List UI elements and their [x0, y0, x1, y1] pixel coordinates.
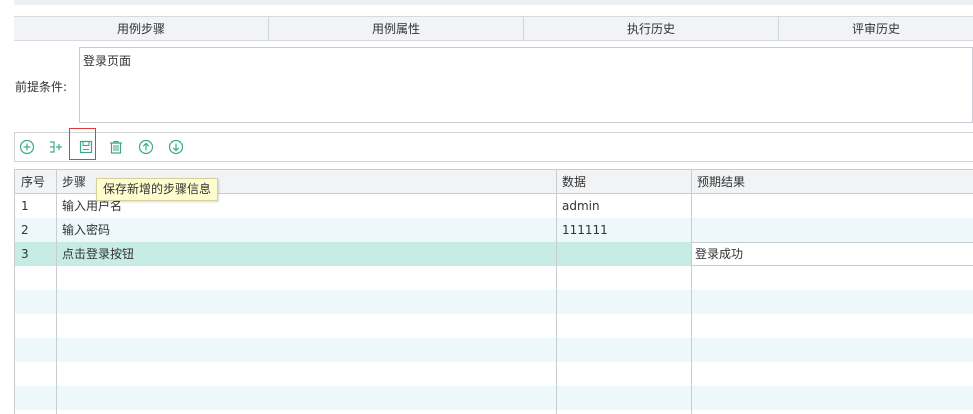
- tab-steps[interactable]: 用例步骤: [14, 17, 269, 40]
- cell-data[interactable]: [556, 242, 691, 266]
- save-button-highlight: [69, 128, 96, 160]
- empty-row: [15, 314, 973, 338]
- arrow-down-circle-icon: [168, 139, 184, 155]
- insert-step-button[interactable]: [46, 137, 66, 157]
- move-down-button[interactable]: [166, 137, 186, 157]
- add-circle-icon: [19, 139, 35, 155]
- add-step-button[interactable]: [17, 137, 37, 157]
- column-divider: [56, 170, 57, 414]
- move-up-button[interactable]: [136, 137, 156, 157]
- trash-icon: [110, 140, 122, 154]
- cell-data[interactable]: admin: [556, 194, 691, 218]
- insert-step-icon: [50, 141, 62, 153]
- cell-expected[interactable]: [691, 218, 973, 242]
- precondition-label: 前提条件:: [15, 80, 68, 94]
- table-row[interactable]: 2 输入密码 111111: [15, 218, 973, 242]
- tab-review-history[interactable]: 评审历史: [779, 17, 973, 40]
- column-header-expected[interactable]: 预期结果: [691, 170, 973, 194]
- cell-no: 3: [21, 247, 29, 261]
- tab-bar: 用例步骤 用例属性 执行历史 评审历史: [14, 16, 973, 41]
- cell-expected[interactable]: [691, 194, 973, 218]
- column-divider: [691, 170, 692, 414]
- expected-result-editor[interactable]: 登录成功: [691, 242, 973, 266]
- top-strip: [14, 0, 973, 5]
- empty-row: [15, 386, 973, 410]
- arrow-up-circle-icon: [138, 139, 154, 155]
- cell-no: 1: [21, 199, 29, 213]
- tab-execution-history[interactable]: 执行历史: [524, 17, 779, 40]
- empty-row: [15, 362, 973, 386]
- column-header-data[interactable]: 数据: [556, 170, 691, 194]
- empty-row: [15, 290, 973, 314]
- save-tooltip: 保存新增的步骤信息: [96, 178, 219, 201]
- tab-properties[interactable]: 用例属性: [269, 17, 524, 40]
- steps-grid: 序号 步骤 数据 预期结果 1 输入用户名 admin 2 输入密码 11111…: [14, 169, 973, 414]
- cell-step[interactable]: 点击登录按钮: [56, 242, 556, 266]
- empty-row: [15, 266, 973, 290]
- cell-data[interactable]: 111111: [556, 218, 691, 242]
- column-divider: [556, 170, 557, 414]
- column-header-no[interactable]: 序号: [15, 170, 56, 194]
- cell-no: 2: [21, 223, 29, 237]
- empty-row: [15, 338, 973, 362]
- precondition-field[interactable]: 登录页面: [79, 47, 973, 123]
- delete-step-button[interactable]: [106, 137, 126, 157]
- toolbar: [14, 132, 973, 162]
- cell-step[interactable]: 输入密码: [56, 218, 556, 242]
